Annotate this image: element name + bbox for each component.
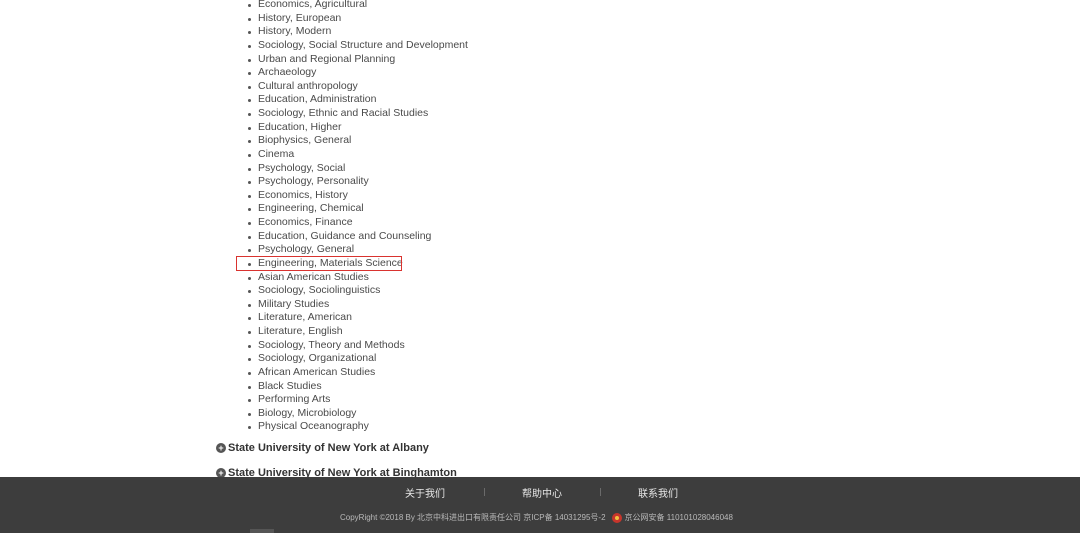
subject-list-item: Black Studies (246, 380, 468, 394)
subject-list-item: Sociology, Sociolinguistics (246, 284, 468, 298)
subject-list: Economics, Agricultural History, European… (236, 0, 468, 434)
subject-list-item: Engineering, Materials Science (236, 255, 468, 271)
expand-plus-icon[interactable]: + (216, 468, 226, 477)
footer-divider (600, 488, 601, 496)
university-albany-label[interactable]: State University of New York at Albany (228, 442, 429, 454)
subject-list-item: Literature, English (246, 325, 468, 339)
footer-copyright: CopyRight ©2018 By 北京中科进出口有限责任公司 京ICP备 1… (340, 512, 733, 523)
footer-link-about[interactable]: 关于我们 (405, 485, 445, 500)
subject-list-item: Military Studies (246, 298, 468, 312)
subject-list-item: Education, Higher (246, 121, 468, 135)
subject-list-item: Sociology, Social Structure and Developm… (246, 39, 468, 53)
content-area: Economics, Agricultural History, European… (0, 0, 1080, 477)
subject-list-item: Economics, Agricultural (246, 0, 468, 12)
subject-list-item: Literature, American (246, 311, 468, 325)
subject-list-item: Urban and Regional Planning (246, 53, 468, 67)
subject-list-item: Biology, Microbiology (246, 407, 468, 421)
footer-divider (484, 488, 485, 496)
police-badge-icon (611, 512, 622, 523)
subject-list-item: Economics, History (246, 189, 468, 203)
subject-list-item: Education, Guidance and Counseling (246, 230, 468, 244)
subject-list-item: Biophysics, General (246, 134, 468, 148)
university-albany[interactable]: + State University of New York at Albany (216, 442, 429, 454)
subject-list-item: History, European (246, 12, 468, 26)
subject-list-item: Psychology, General (246, 243, 468, 257)
subject-list-item: Sociology, Organizational (246, 352, 468, 366)
police-record-text: 京公网安备 110101028046048 (624, 513, 733, 522)
subject-list-item: Sociology, Theory and Methods (246, 339, 468, 353)
copyright-text: CopyRight ©2018 By 北京中科进出口有限责任公司 京ICP备 1… (340, 513, 606, 522)
subject-list-item: Archaeology (246, 66, 468, 80)
subject-list-item: Psychology, Personality (246, 175, 468, 189)
subject-list-item: Physical Oceanography (246, 420, 468, 434)
subject-list-item: Sociology, Ethnic and Racial Studies (246, 107, 468, 121)
university-binghamton[interactable]: + State University of New York at Bingha… (216, 467, 457, 477)
subject-list-item: History, Modern (246, 25, 468, 39)
subject-list-item: Cultural anthropology (246, 80, 468, 94)
subject-list-item: Economics, Finance (246, 216, 468, 230)
subject-list-item: Asian American Studies (246, 271, 468, 285)
subject-list-item: Psychology, Social (246, 162, 468, 176)
footer-link-contact[interactable]: 联系我们 (638, 485, 678, 500)
site-footer: 关于我们 帮助中心 联系我们 CopyRight ©2018 By 北京中科进出… (0, 477, 1080, 533)
university-binghamton-label[interactable]: State University of New York at Binghamt… (228, 467, 457, 477)
footer-link-help[interactable]: 帮助中心 (522, 485, 562, 500)
scroll-indicator (250, 529, 274, 533)
subject-list-item: Performing Arts (246, 393, 468, 407)
subject-list-item: Cinema (246, 148, 468, 162)
subject-list-item: Education, Administration (246, 93, 468, 107)
subject-list-item: African American Studies (246, 366, 468, 380)
expand-plus-icon[interactable]: + (216, 443, 226, 453)
footer-nav: 关于我们 帮助中心 联系我们 (0, 485, 1080, 500)
subject-list-item: Engineering, Chemical (246, 202, 468, 216)
